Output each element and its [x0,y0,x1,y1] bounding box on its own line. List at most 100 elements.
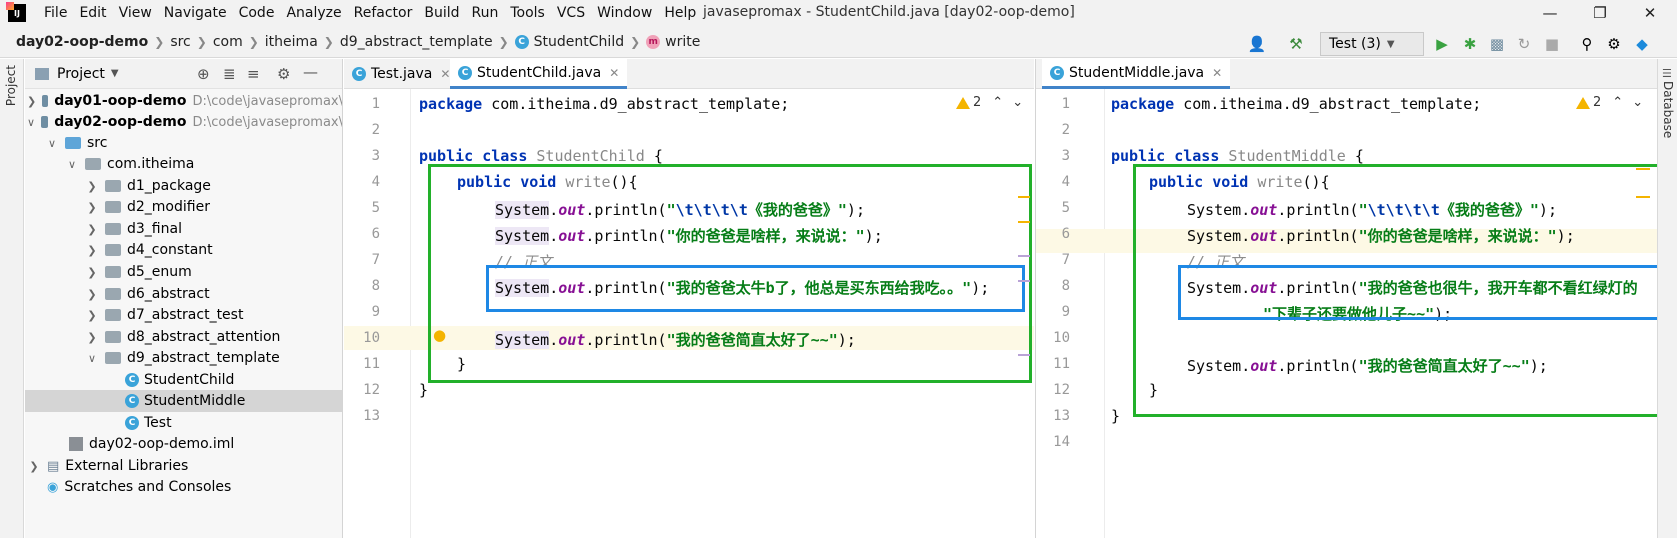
breadcrumb-project[interactable]: day02-oop-demo [14,34,150,50]
profile-icon[interactable]: ↻ [1512,32,1536,56]
project-view-title[interactable]: Project [57,66,105,82]
breadcrumb-itheima[interactable]: itheima [263,34,320,50]
editor-studentchild[interactable]: C Test.java ✕ C StudentChild.java ✕ 2 ⌃ … [344,59,1034,538]
usage-marker[interactable] [1018,354,1030,356]
gear-icon[interactable]: ⚙ [1602,32,1626,56]
tree-scratches[interactable]: ◉ Scratches and Consoles [25,476,342,498]
close-icon[interactable]: ✕ [440,67,450,81]
run-icon[interactable]: ▶ [1430,32,1454,56]
gear-icon[interactable]: ⚙ [277,65,290,83]
usage-marker[interactable] [1018,255,1030,257]
menu-window[interactable]: Window [591,5,658,21]
chevron-right-icon[interactable]: ❯ [85,288,99,301]
code-line: public class StudentChild { [419,147,663,165]
tab-studentchild-java[interactable]: C StudentChild.java ✕ [450,59,628,89]
tree-package[interactable]: ❯ d4_constant [25,239,342,261]
chevron-down-icon[interactable]: ▼ [111,68,119,79]
warning-marker[interactable] [1018,221,1030,223]
close-icon[interactable]: ✕ [1212,66,1222,80]
tab-studentmiddle-java[interactable]: C StudentMiddle.java ✕ [1042,59,1231,89]
locate-icon[interactable]: ⊕ [197,65,210,83]
tree-module-day02[interactable]: ∨ day02-oop-demo D:\code\javasepromax\ [25,111,342,133]
chevron-up-icon[interactable]: ⌃ [992,95,1003,110]
chevron-right-icon[interactable]: ❯ [85,309,99,322]
menu-navigate[interactable]: Navigate [158,5,233,21]
menu-edit[interactable]: Edit [73,5,112,21]
database-tool-window-button[interactable]: Database [1661,81,1675,138]
menu-run[interactable]: Run [466,5,505,21]
tree-folder-src[interactable]: ∨ src [25,132,342,154]
build-hammer-icon[interactable]: ⚒ [1284,32,1308,56]
restore-icon[interactable]: ❐ [1577,0,1623,26]
project-tool-window-button[interactable]: Project [4,65,18,106]
close-icon[interactable]: ✕ [609,66,619,80]
user-icon[interactable]: 👤 [1245,32,1269,56]
tree-class-studentmiddle[interactable]: C StudentMiddle [25,390,342,412]
warning-marker[interactable] [1018,196,1030,198]
search-icon[interactable]: ⚲ [1575,32,1599,56]
chevron-right-icon[interactable]: ❯ [85,331,99,344]
tree-package[interactable]: ❯ d3_final [25,218,342,240]
expand-all-icon[interactable]: ≣ [223,65,236,83]
tree-package[interactable]: ❯ d2_modifier [25,196,342,218]
tree-package[interactable]: ❯ d7_abstract_test [25,304,342,326]
inspection-widget[interactable]: 2 ⌃ ⌄ [956,95,1023,110]
chevron-right-icon[interactable]: ❯ [85,244,99,257]
plugin-icon[interactable]: ◆ [1630,32,1654,56]
breadcrumb-package[interactable]: d9_abstract_template [338,34,495,50]
chevron-right-icon[interactable]: ❯ [27,460,41,473]
tree-module-day01[interactable]: ❯ day01-oop-demo D:\code\javasepromax\ [25,90,342,112]
chevron-right-icon[interactable]: ❯ [27,95,36,108]
tree-class-test[interactable]: C Test [25,412,342,434]
breadcrumb-class[interactable]: C StudentChild [513,34,626,50]
tree-package[interactable]: ❯ d6_abstract [25,283,342,305]
menu-file[interactable]: File [38,5,73,21]
run-configuration-select[interactable]: Test (3) ▼ [1320,32,1424,56]
editor-studentmiddle[interactable]: C StudentMiddle.java ✕ 2 ⌃ ⌄ 1 2 3 4 5 6… [1035,59,1657,538]
minimize-icon[interactable]: — [1527,0,1573,26]
menu-refactor[interactable]: Refactor [348,5,419,21]
warning-marker[interactable] [1636,168,1650,170]
collapse-all-icon[interactable]: ≡ [247,65,260,83]
debug-icon[interactable]: ✱ [1458,32,1482,56]
tree-package[interactable]: ❯ d1_package [25,175,342,197]
breadcrumb-src[interactable]: src [168,34,192,50]
menu-analyze[interactable]: Analyze [280,5,347,21]
tree-package-com-itheima[interactable]: ∨ com.itheima [25,153,342,175]
chevron-right-icon[interactable]: ❯ [85,223,99,236]
module-icon [41,116,49,128]
chevron-down-icon[interactable]: ∨ [85,352,99,365]
warning-marker[interactable] [1636,196,1650,198]
package-icon [105,180,121,192]
tree-package-d9[interactable]: ∨ d9_abstract_template [25,347,342,369]
breadcrumb-com[interactable]: com [211,34,245,50]
hide-panel-icon[interactable]: — [303,63,318,81]
inspection-widget[interactable]: 2 ⌃ ⌄ [1576,95,1643,110]
tree-file-iml[interactable]: day02-oop-demo.iml [25,433,342,455]
chevron-down-icon[interactable]: ∨ [45,137,59,150]
menu-code[interactable]: Code [233,5,281,21]
tree-class-studentchild[interactable]: C StudentChild [25,369,342,391]
chevron-down-icon[interactable]: ⌄ [1012,95,1023,110]
breadcrumb-method[interactable]: m write [644,34,702,50]
menu-help[interactable]: Help [658,5,702,21]
chevron-right-icon[interactable]: ❯ [85,180,99,193]
coverage-icon[interactable]: ▩ [1485,32,1509,56]
usage-marker[interactable] [1018,280,1030,282]
menu-build[interactable]: Build [418,5,465,21]
tab-test-java[interactable]: C Test.java ✕ [344,59,458,89]
tree-package[interactable]: ❯ d5_enum [25,261,342,283]
stop-icon[interactable]: ■ [1540,32,1564,56]
close-window-icon[interactable]: ✕ [1627,0,1673,26]
tree-external-libraries[interactable]: ❯ ▤ External Libraries [25,455,342,477]
chevron-down-icon[interactable]: ∨ [27,116,35,129]
chevron-down-icon[interactable]: ⌄ [1632,95,1643,110]
chevron-down-icon[interactable]: ∨ [65,158,79,171]
menu-vcs[interactable]: VCS [551,5,591,21]
menu-view[interactable]: View [113,5,158,21]
tree-package[interactable]: ❯ d8_abstract_attention [25,326,342,348]
chevron-right-icon[interactable]: ❯ [85,266,99,279]
chevron-up-icon[interactable]: ⌃ [1612,95,1623,110]
menu-tools[interactable]: Tools [504,5,551,21]
chevron-right-icon[interactable]: ❯ [85,201,99,214]
